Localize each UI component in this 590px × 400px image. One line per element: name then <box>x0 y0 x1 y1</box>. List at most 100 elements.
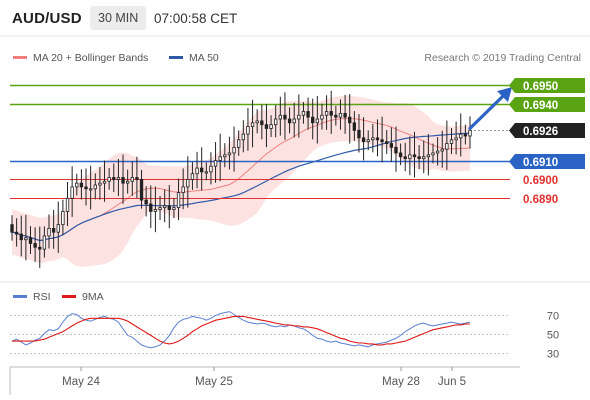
level-label: 0.6940 <box>523 100 558 112</box>
candle-body-up <box>213 160 218 167</box>
candle-body-up <box>371 137 375 141</box>
candle-body-up <box>315 118 320 124</box>
candle-body-up <box>102 180 107 184</box>
candle-body-up <box>250 122 255 127</box>
candle-body-up <box>459 133 463 139</box>
candle-body-down <box>28 237 33 244</box>
candle-body-up <box>56 224 60 233</box>
candle-body-up <box>125 180 130 184</box>
x-tick-label: Jun 5 <box>438 376 466 388</box>
candle-body-down <box>361 137 366 143</box>
candle-body-up <box>70 186 74 199</box>
candle-body-down <box>167 205 171 210</box>
credit-text: Research © 2019 Trading Central <box>424 52 581 64</box>
legend-ma20-swatch <box>13 56 27 59</box>
candle-body-down <box>306 111 310 118</box>
candle-body-up <box>408 154 412 160</box>
legend-rsi-swatch <box>13 295 27 298</box>
candle-body-down <box>463 133 468 137</box>
candle-body-down <box>311 116 315 124</box>
level-label: 0.6890 <box>523 194 558 206</box>
candle-body-up <box>320 114 324 120</box>
candle-body-down <box>38 246 42 250</box>
candle-body-down <box>375 137 380 141</box>
candle-body-up <box>301 111 306 116</box>
candle-body-up <box>422 156 426 160</box>
candle-body-down <box>19 233 23 241</box>
candle-body-down <box>139 178 144 201</box>
legend-ma50-label: MA 50 <box>189 52 219 64</box>
candle-body-up <box>42 235 47 250</box>
candle-body-up <box>454 137 458 141</box>
candle-body-up <box>47 227 51 237</box>
candle-body-down <box>149 203 153 212</box>
candle-body-down <box>51 227 56 233</box>
candle-body-up <box>278 114 282 120</box>
candle-body-up <box>130 177 134 182</box>
candle-body-down <box>385 141 389 144</box>
legend-ma50-swatch <box>169 56 183 59</box>
candle-body-up <box>218 156 222 161</box>
candle-body-up <box>93 184 97 190</box>
legend-rsi-ma-label: 9MA <box>82 291 104 303</box>
candle-body-up <box>468 129 472 137</box>
candle-body-down <box>260 120 264 126</box>
candle-body-down <box>287 118 292 124</box>
rsi-tick-label: 50 <box>547 330 559 342</box>
candle-body-up <box>255 120 259 124</box>
rsi-tick-label: 30 <box>547 349 559 361</box>
candle-body-up <box>431 152 435 156</box>
rsi-legend: RSI 9MA <box>13 291 104 303</box>
price-chart: MA 20 + Bollinger Bands MA 50 Research ©… <box>0 35 590 395</box>
candle-body-down <box>389 143 394 148</box>
rsi-ma-line <box>12 315 470 346</box>
candle-body-up <box>204 171 208 174</box>
candle-body-up <box>366 139 370 143</box>
chart-root: AUD/USD 30 MIN 07:00:58 CET MA 20 + Boll… <box>0 0 590 400</box>
candle-body-up <box>440 148 444 152</box>
candle-body-down <box>417 156 421 160</box>
candle-body-down <box>343 112 347 118</box>
candle-body-up <box>449 139 454 144</box>
candle-body-down <box>398 152 403 158</box>
candle-body-down <box>357 129 361 139</box>
candle-body-down <box>84 186 88 190</box>
candle-body-up <box>158 207 162 210</box>
candle-body-down <box>10 224 14 233</box>
candle-body-up <box>176 192 181 209</box>
bollinger-band <box>12 95 470 267</box>
candle-body-down <box>403 156 407 160</box>
candle-body-up <box>186 178 190 188</box>
candle-body-down <box>394 146 398 154</box>
candle-body-down <box>135 177 139 180</box>
rsi-tick-label: 70 <box>547 311 559 323</box>
level-tag-pointer <box>509 97 515 112</box>
candle-body-up <box>98 182 102 186</box>
candle-body-up <box>162 205 167 209</box>
candle-body-down <box>79 182 84 188</box>
level-label: 0.6950 <box>523 81 558 93</box>
candle-body-down <box>200 167 204 173</box>
candle-body-up <box>338 112 343 118</box>
candle-body-down <box>412 154 417 158</box>
level-labels: 0.6950 0.6940 0.6926 0.6910 0.6900 0.6890 <box>509 78 585 206</box>
candle-body-up <box>297 114 301 120</box>
candle-body-up <box>241 133 245 141</box>
candle-body-up <box>181 186 185 193</box>
candle-body-up <box>88 188 93 191</box>
projection-arrow <box>468 87 512 130</box>
candle-body-down <box>121 177 125 184</box>
candle-body-up <box>65 197 70 212</box>
candle-body-up <box>107 177 111 182</box>
legend: MA 20 + Bollinger Bands MA 50 Research ©… <box>13 52 581 64</box>
candle-body-up <box>190 173 195 180</box>
candle-body-up <box>172 207 176 210</box>
candle-body-up <box>24 237 28 241</box>
candle-body-up <box>435 150 440 154</box>
level-label: 0.6900 <box>523 175 558 187</box>
legend-rsi-label: RSI <box>33 291 51 303</box>
candle-body-up <box>269 124 273 129</box>
candle-body-up <box>237 139 241 148</box>
level-tag-pointer <box>509 123 515 138</box>
level-label: 0.6926 <box>523 126 558 138</box>
